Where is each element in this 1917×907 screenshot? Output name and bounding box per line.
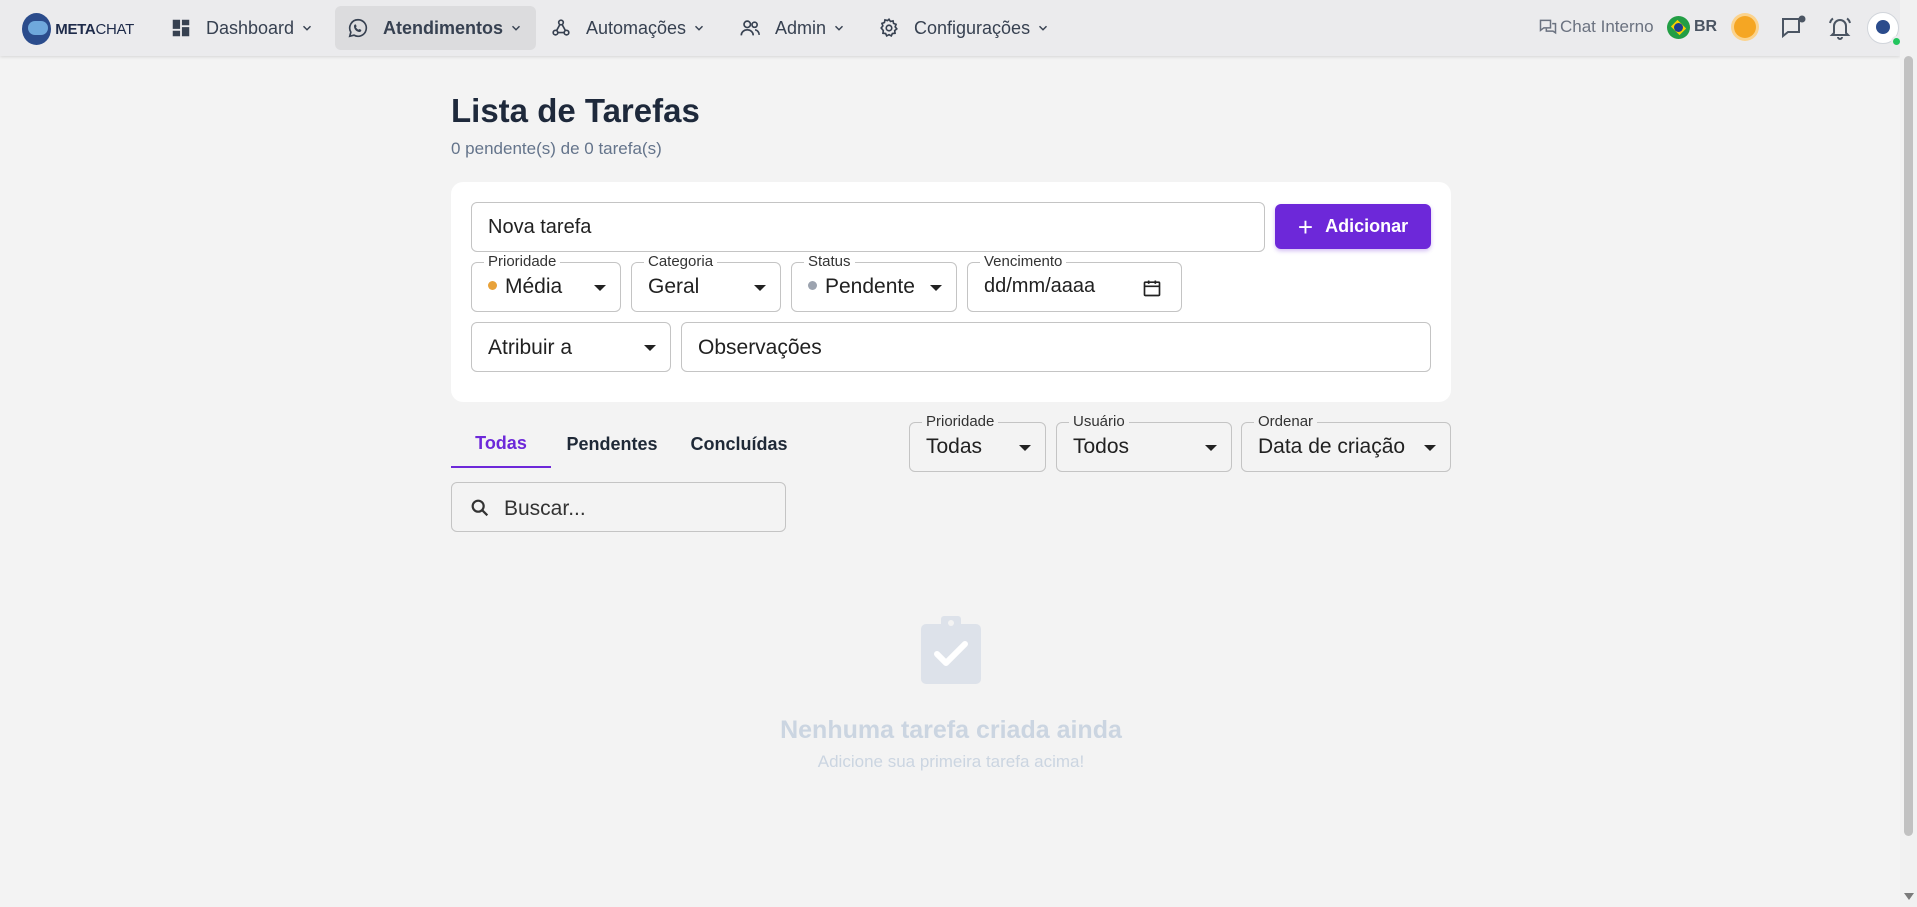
page-title: Lista de Tarefas xyxy=(451,92,700,129)
language-code[interactable]: BR xyxy=(1694,18,1717,36)
nav-dashboard-label: Dashboard xyxy=(206,17,295,38)
robot-logo-icon xyxy=(22,13,52,45)
status-dot xyxy=(808,280,817,290)
clipboard-check-icon xyxy=(921,616,981,684)
filter-user-value: Todos xyxy=(1073,435,1130,458)
nav-configuracoes-label: Configurações xyxy=(914,17,1031,38)
order-select[interactable]: Ordenar Data de criação xyxy=(1241,414,1451,472)
category-value: Geral xyxy=(648,275,700,298)
filter-user-label: Usuário xyxy=(1069,414,1129,430)
order-value: Data de criação xyxy=(1258,435,1406,458)
priority-label: Prioridade xyxy=(484,254,561,270)
notes-input[interactable]: Observações xyxy=(681,322,1431,372)
notes-placeholder: Observações xyxy=(698,336,822,359)
top-navbar: METACHAT Dashboard Atendimentos Automaçõ… xyxy=(0,0,1902,56)
nav-admin-label: Admin xyxy=(775,17,827,38)
whatsapp-icon xyxy=(348,18,368,38)
add-task-label: Adicionar xyxy=(1325,216,1409,236)
category-select[interactable]: Categoria Geral xyxy=(631,254,781,312)
tab-pendentes[interactable]: Pendentes xyxy=(555,420,669,468)
task-title-input[interactable]: Nova tarefa xyxy=(471,202,1265,252)
logo-text: METACHAT xyxy=(55,20,134,38)
chevron-down-icon xyxy=(695,25,704,31)
caret-down-icon xyxy=(754,285,766,291)
task-title-value: Nova tarefa xyxy=(488,216,592,238)
priority-dot xyxy=(488,280,497,290)
dashboard-icon xyxy=(172,19,190,37)
users-icon xyxy=(740,20,760,36)
category-label: Categoria xyxy=(644,254,718,270)
nav-atendimentos[interactable]: Atendimentos xyxy=(335,6,536,50)
chevron-down-icon xyxy=(835,25,844,31)
webhook-icon xyxy=(552,19,570,36)
caret-down-icon xyxy=(930,285,942,291)
caret-down-icon xyxy=(644,345,656,351)
nav-automacoes[interactable]: Automações xyxy=(538,6,718,50)
status-value: Pendente xyxy=(808,275,915,299)
scroll-down-arrow-icon[interactable] xyxy=(1904,893,1914,900)
due-date-value: dd/mm/aaaa xyxy=(984,275,1096,297)
due-date-label: Vencimento xyxy=(980,254,1067,270)
scrollbar-thumb[interactable] xyxy=(1904,56,1913,836)
chevron-down-icon xyxy=(1039,25,1048,31)
due-date-input[interactable]: Vencimento dd/mm/aaaa xyxy=(967,254,1182,312)
caret-down-icon xyxy=(594,285,606,291)
assign-select[interactable]: Atribuir a xyxy=(471,322,671,372)
chat-interno-label: Chat Interno xyxy=(1560,17,1654,36)
search-placeholder: Buscar... xyxy=(504,497,586,520)
caret-down-icon xyxy=(1205,445,1217,451)
sun-theme-icon[interactable] xyxy=(1734,16,1756,38)
caret-down-icon xyxy=(1019,445,1031,451)
filter-user-select[interactable]: Usuário Todos xyxy=(1056,414,1232,472)
nav-configuracoes[interactable]: Configurações xyxy=(866,6,1062,50)
empty-state-subtitle: Adicione sua primeira tarefa acima! xyxy=(817,752,1085,771)
nav-atendimentos-label: Atendimentos xyxy=(383,17,504,38)
status-select[interactable]: Status Pendente xyxy=(791,254,957,312)
status-label: Status xyxy=(804,254,855,270)
assign-placeholder: Atribuir a xyxy=(488,336,573,359)
gear-icon xyxy=(880,18,898,38)
nav-dashboard[interactable]: Dashboard xyxy=(158,6,326,50)
brazil-flag-icon[interactable] xyxy=(1667,16,1690,39)
chevron-down-icon xyxy=(303,25,312,31)
search-input[interactable]: Buscar... xyxy=(451,482,786,532)
filter-priority-label: Prioridade xyxy=(922,414,999,430)
page-subtitle: 0 pendente(s) de 0 tarefa(s) xyxy=(451,139,662,158)
filter-priority-select[interactable]: Prioridade Todas xyxy=(909,414,1046,472)
filter-priority-value: Todas xyxy=(926,435,983,458)
chat-interno-link[interactable]: Chat Interno xyxy=(1538,17,1654,37)
order-label: Ordenar xyxy=(1254,414,1318,430)
plus-icon: + xyxy=(1297,211,1314,242)
empty-state-title: Nenhuma tarefa criada ainda xyxy=(780,716,1122,744)
caret-down-icon xyxy=(1424,445,1436,451)
message-notification-icon[interactable] xyxy=(1779,14,1807,42)
chat-bubbles-icon xyxy=(1539,19,1557,35)
calendar-icon[interactable] xyxy=(1142,278,1162,298)
nav-admin[interactable]: Admin xyxy=(727,6,858,50)
search-icon xyxy=(471,499,489,517)
priority-value: Média xyxy=(488,275,562,299)
priority-select[interactable]: Prioridade Média xyxy=(471,254,621,312)
tab-todas[interactable]: Todas xyxy=(451,420,551,468)
tab-concluidas[interactable]: Concluídas xyxy=(679,420,799,468)
add-task-button[interactable]: + Adicionar xyxy=(1275,204,1431,249)
bell-icon[interactable] xyxy=(1826,14,1854,42)
nav-automacoes-label: Automações xyxy=(586,17,687,38)
metachat-logo[interactable]: METACHAT xyxy=(22,10,134,48)
chevron-down-icon xyxy=(512,25,521,31)
